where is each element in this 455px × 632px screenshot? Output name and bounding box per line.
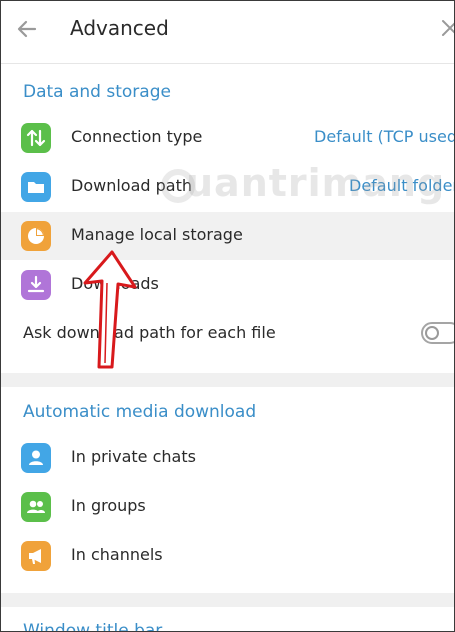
back-arrow-icon[interactable]: [15, 17, 39, 41]
downloads-row[interactable]: Downloads: [1, 261, 454, 309]
ask-download-path-toggle[interactable]: [421, 322, 454, 344]
private-chats-row[interactable]: In private chats: [1, 434, 454, 482]
downloads-label: Downloads: [71, 274, 159, 293]
connection-type-label: Connection type: [71, 127, 203, 146]
section-title-window-title-bar: Window title bar: [23, 621, 163, 632]
section-divider: [1, 373, 454, 387]
folder-icon: [21, 172, 51, 202]
megaphone-icon: [21, 541, 51, 571]
watermark-text: uantrimang: [186, 161, 446, 205]
arrows-up-down-icon: [21, 123, 51, 153]
ask-download-path-label: Ask download path for each file: [23, 323, 276, 342]
channels-label: In channels: [71, 545, 163, 564]
advanced-settings-window: Advanced Data and storage Connection typ…: [0, 0, 455, 632]
pie-chart-icon: [21, 221, 51, 251]
close-icon[interactable]: [441, 19, 455, 37]
user-icon: [21, 443, 51, 473]
manage-local-storage-label: Manage local storage: [71, 225, 243, 244]
manage-local-storage-row[interactable]: Manage local storage: [1, 212, 454, 260]
groups-row[interactable]: In groups: [1, 483, 454, 531]
section-divider-2: [1, 593, 454, 607]
ask-download-path-row[interactable]: Ask download path for each file: [1, 310, 454, 358]
header: Advanced: [1, 1, 454, 64]
download-icon: [21, 270, 51, 300]
channels-row[interactable]: In channels: [1, 532, 454, 580]
page-title: Advanced: [70, 16, 169, 40]
connection-type-value: Default (TCP used): [314, 127, 455, 146]
toggle-knob: [425, 326, 439, 340]
connection-type-row[interactable]: Connection type Default (TCP used): [1, 114, 454, 162]
groups-label: In groups: [71, 496, 146, 515]
group-icon: [21, 492, 51, 522]
section-title-data-storage: Data and storage: [23, 82, 171, 102]
section-title-auto-download: Automatic media download: [23, 402, 257, 422]
private-chats-label: In private chats: [71, 447, 196, 466]
